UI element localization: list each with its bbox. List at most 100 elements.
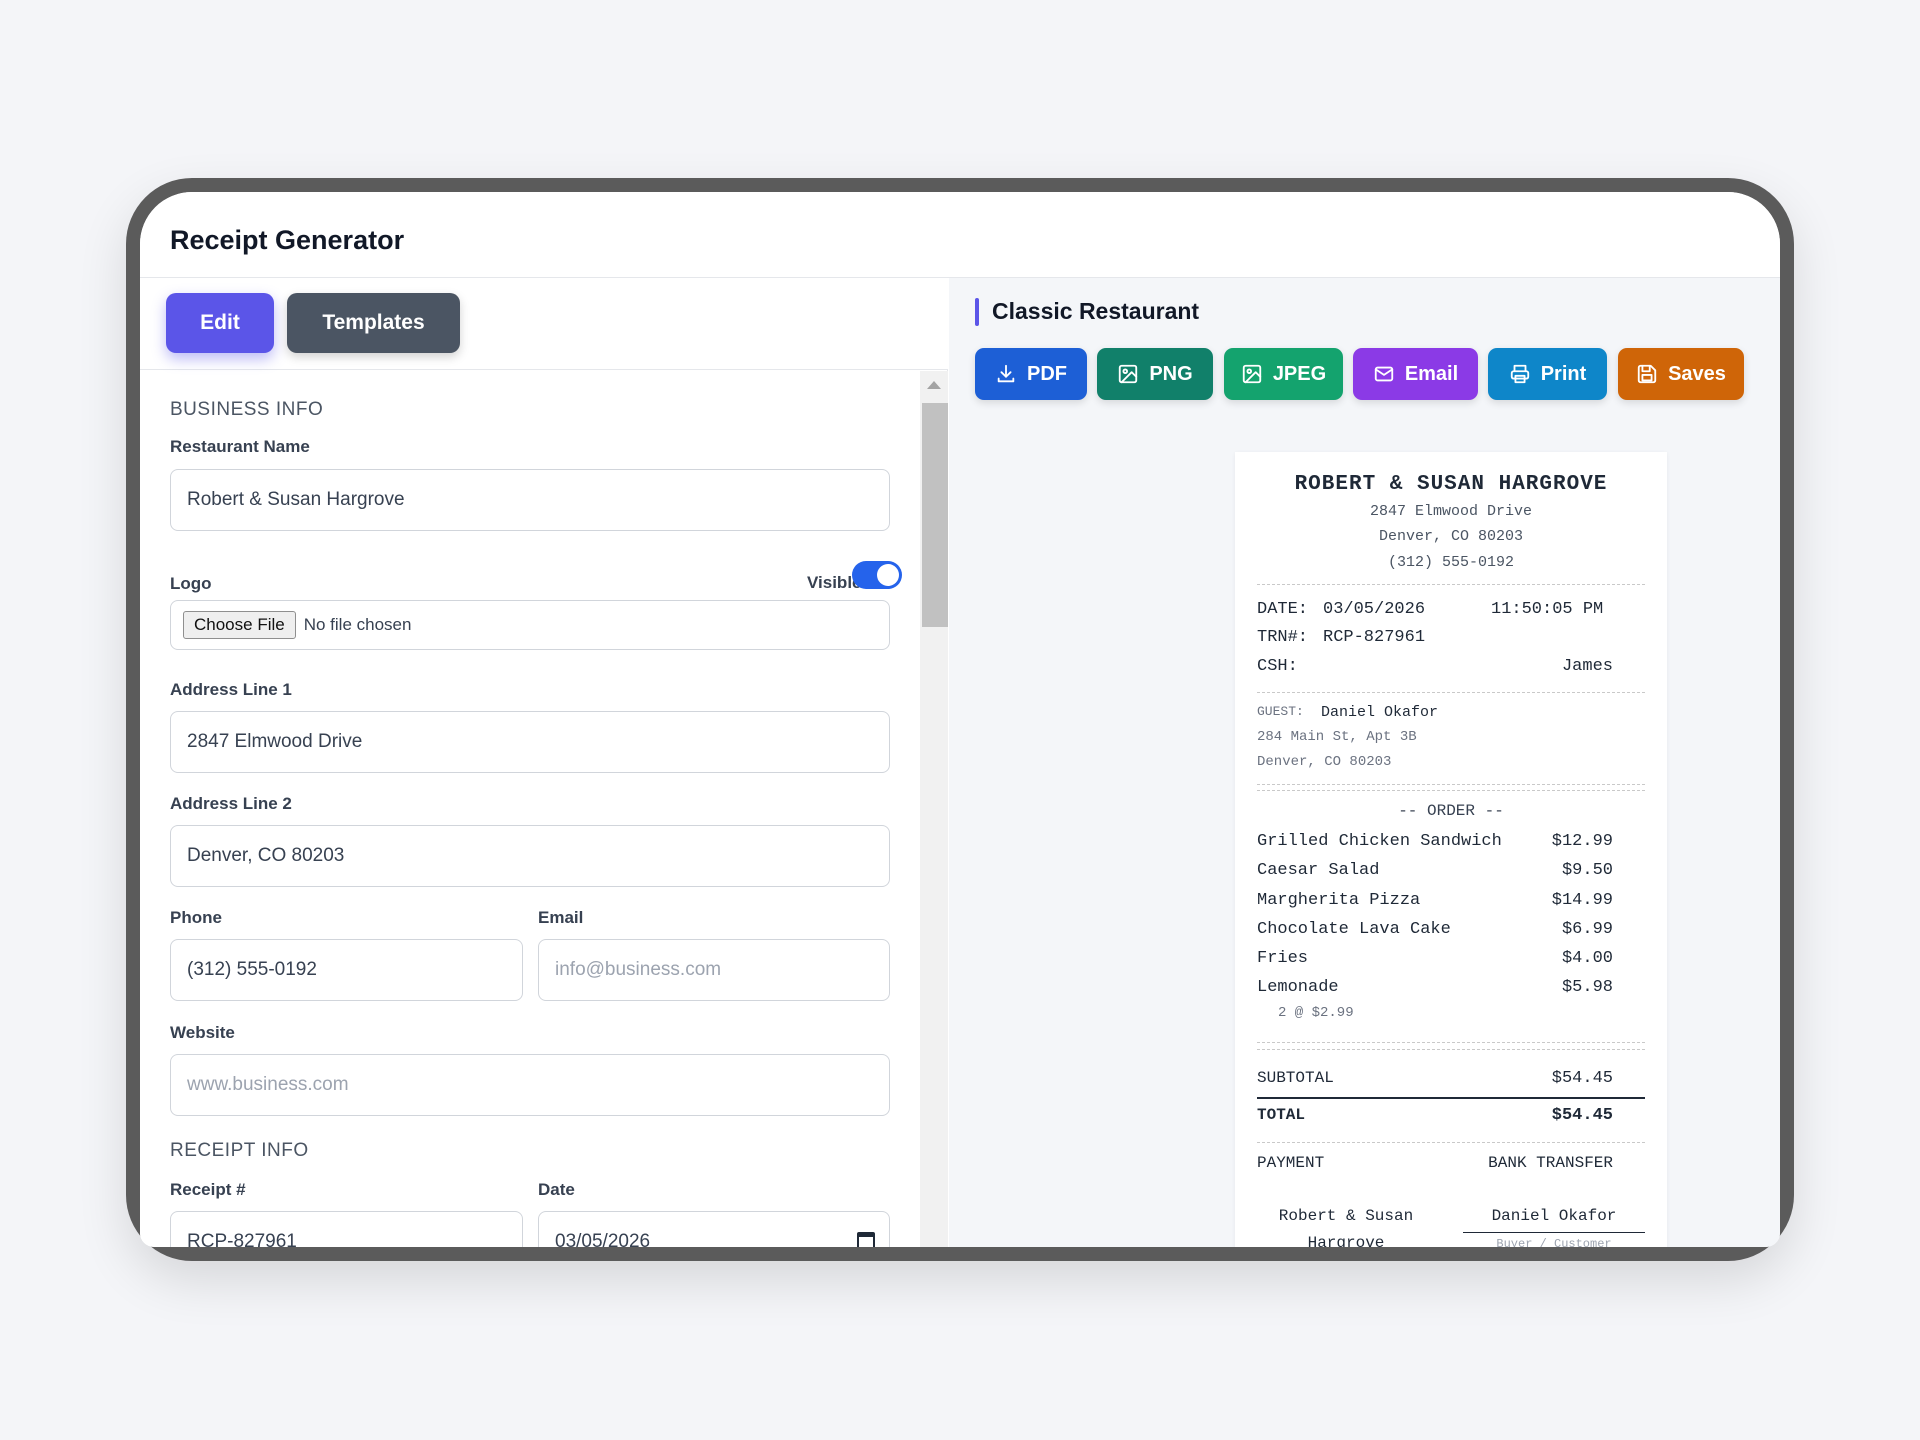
app-header: Receipt Generator [140,192,1780,278]
receipt-guest-address1: 284 Main St, Apt 3B [1257,729,1417,745]
receipt-cashier-label: CSH: [1257,657,1298,676]
preview-panel: Classic Restaurant PDF PNG JPEG Email Pr… [949,278,1780,1247]
email-input[interactable]: info@business.com [538,939,890,1001]
tab-templates[interactable]: Templates [287,293,460,353]
divider [1257,584,1645,585]
receipt-time: 11:50:05 PM [1491,600,1604,619]
order-item-name: Grilled Chicken Sandwich [1257,832,1502,851]
address2-input[interactable]: Denver, CO 80203 [170,825,890,887]
receipt-guest-address2: Denver, CO 80203 [1257,754,1392,770]
receipt-number-input[interactable]: RCP-827961 [170,1211,523,1247]
export-jpeg-button[interactable]: JPEG [1224,348,1343,400]
email-label: Email [538,908,584,927]
scroll-up-arrow-icon[interactable] [927,381,941,389]
editor-panel: Edit Templates BUSINESS INFO Restaurant … [140,278,948,1247]
jpeg-label: JPEG [1272,362,1327,385]
order-item-name: Margherita Pizza [1257,891,1421,910]
calendar-icon[interactable] [857,1232,875,1247]
email-receipt-button[interactable]: Email [1353,348,1478,400]
receipt-total-label: TOTAL [1257,1106,1306,1124]
order-item-price: $9.50 [1561,861,1613,880]
seller-signature-line2: Hargrove [1307,1234,1385,1247]
saves-button[interactable]: Saves [1618,348,1744,400]
restaurant-name-label: Restaurant Name [170,437,310,456]
order-item-price: $4.00 [1561,949,1613,968]
toggle-knob [877,564,899,586]
divider [1257,790,1645,791]
date-label: Date [538,1180,575,1199]
seller-signature-line1: Robert & Susan [1278,1207,1414,1225]
receipt-payment-method: BANK TRANSFER [1488,1154,1613,1172]
address1-input[interactable]: 2847 Elmwood Drive [170,711,890,773]
print-button[interactable]: Print [1488,348,1607,400]
receipt-subtotal: $54.45 [1551,1069,1613,1088]
title-accent-bar [975,298,979,326]
order-item-price: $12.99 [1551,832,1613,851]
total-rule [1257,1097,1645,1099]
export-pdf-button[interactable]: PDF [975,348,1087,400]
receipt-address2: Denver, CO 80203 [1378,528,1524,545]
date-value: 03/05/2026 [555,1231,651,1247]
phone-input[interactable]: (312) 555-0192 [170,939,523,1001]
buyer-signature: Daniel Okafor [1491,1207,1617,1225]
print-label: Print [1540,362,1587,385]
order-item-name: Caesar Salad [1257,861,1380,880]
form-scrollbar[interactable] [920,371,948,1247]
receipt-date: 03/05/2026 [1323,600,1426,619]
receipt-preview: ROBERT & SUSAN HARGROVE 2847 Elmwood Dri… [1235,452,1667,1247]
receipt-form: BUSINESS INFO Restaurant Name Robert & S… [140,371,920,1247]
printer-icon [1510,364,1529,384]
tablet-frame: Receipt Generator Edit Templates BUSINES… [126,178,1794,1261]
receipt-address1: 2847 Elmwood Drive [1369,503,1533,520]
image-icon [1119,364,1138,384]
divider [1257,784,1645,785]
logo-file-input: Choose File No file chosen [170,600,890,650]
buyer-caption: Buyer / Customer [1496,1237,1612,1247]
date-input[interactable]: 03/05/2026 [538,1211,890,1247]
website-input[interactable]: www.business.com [170,1054,890,1116]
phone-label: Phone [170,908,222,927]
divider [1257,1142,1645,1143]
receipt-guest-name: Daniel Okafor [1321,704,1439,721]
export-png-button[interactable]: PNG [1097,348,1213,400]
section-business-info: BUSINESS INFO [170,399,324,420]
buyer-signature-rule [1463,1232,1645,1233]
app-screen: Receipt Generator Edit Templates BUSINES… [140,192,1780,1247]
save-icon [1637,364,1657,384]
receipt-subtotal-label: SUBTOTAL [1257,1069,1334,1087]
receipt-business-name: ROBERT & SUSAN HARGROVE [1294,473,1608,496]
app-title: Receipt Generator [170,225,405,255]
logo-label: Logo [170,574,212,593]
order-item-name: Fries [1257,949,1309,968]
order-item-name: Lemonade [1257,978,1339,997]
mail-icon [1374,366,1393,382]
logo-visible-toggle[interactable] [852,561,902,589]
email-button-label: Email [1404,362,1459,385]
receipt-total: $54.45 [1551,1106,1613,1125]
receipt-trn-label: TRN#: [1257,628,1309,647]
no-file-text: No file chosen [303,615,412,634]
receipt-date-label: DATE: [1257,600,1309,619]
website-label: Website [170,1023,235,1042]
order-item-price: $6.99 [1561,920,1613,939]
receipt-payment-label: PAYMENT [1257,1154,1325,1172]
order-item-note: 2 @ $2.99 [1278,1005,1354,1021]
choose-file-button[interactable]: Choose File [183,611,296,639]
receipt-number-label: Receipt # [170,1180,246,1199]
mode-tabs: Edit Templates [140,278,948,370]
tab-edit[interactable]: Edit [166,293,274,353]
png-label: PNG [1149,362,1193,385]
download-icon [997,364,1015,383]
receipt-phone: (312) 555-0192 [1387,554,1515,571]
divider [1257,692,1645,693]
scroll-thumb[interactable] [922,403,948,627]
template-title: Classic Restaurant [992,298,1200,324]
order-item-price: $14.99 [1551,891,1613,910]
restaurant-name-input[interactable]: Robert & Susan Hargrove [170,469,890,531]
divider [1257,1049,1645,1050]
saves-label: Saves [1668,362,1726,385]
receipt-guest-label: GUEST: [1257,704,1304,719]
order-item-name: Chocolate Lava Cake [1257,920,1451,939]
receipt-trn: RCP-827961 [1323,628,1426,647]
order-item-price: $5.98 [1561,978,1613,997]
